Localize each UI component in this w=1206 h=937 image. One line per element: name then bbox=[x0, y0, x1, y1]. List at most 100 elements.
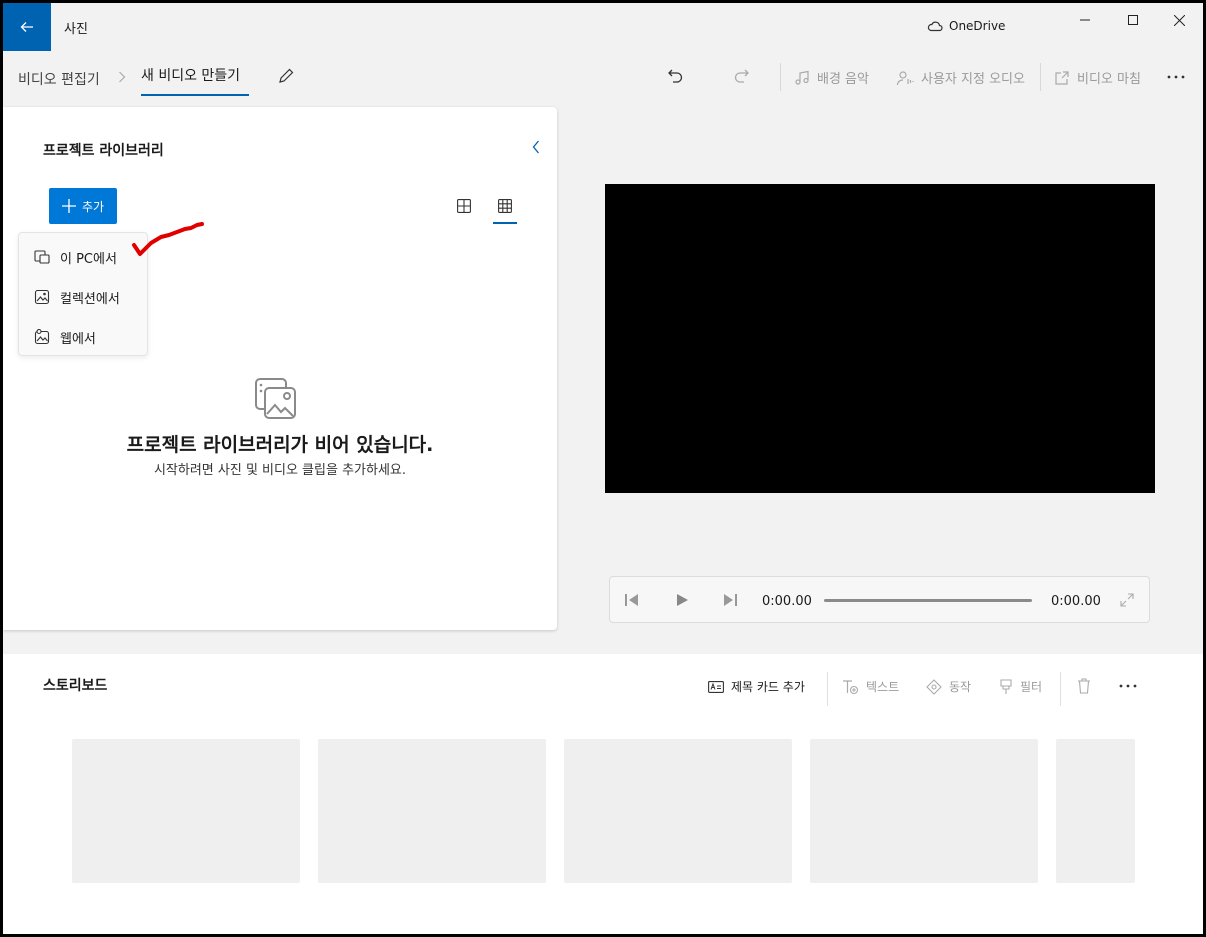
chevron-right-icon bbox=[119, 71, 126, 83]
filters-label: 필터 bbox=[1020, 680, 1043, 694]
grid-large-icon bbox=[457, 199, 471, 213]
add-label: 추가 bbox=[81, 199, 105, 214]
onedrive-button[interactable]: OneDrive bbox=[927, 19, 1005, 33]
maximize-icon bbox=[1128, 15, 1138, 25]
expand-icon bbox=[1120, 593, 1134, 607]
project-library-title: 프로젝트 라이브러리 bbox=[43, 143, 164, 159]
minimize-icon bbox=[1080, 19, 1090, 21]
add-title-card-label: 제목 카드 추가 bbox=[731, 680, 805, 694]
previous-frame-button[interactable] bbox=[622, 590, 642, 610]
title-bar: 사진 OneDrive bbox=[3, 3, 1203, 51]
storyboard-slot bbox=[1056, 739, 1135, 883]
undo-button[interactable] bbox=[666, 67, 684, 85]
back-button[interactable] bbox=[3, 3, 51, 51]
add-source-menu: 이 PC에서 컬렉션에서 웹에서 bbox=[18, 232, 148, 356]
step-forward-icon bbox=[724, 594, 737, 606]
person-audio-icon bbox=[896, 70, 914, 85]
playback-controls: 0:00.00 0:00.00 bbox=[609, 576, 1150, 623]
add-title-card-button[interactable]: 제목 카드 추가 bbox=[708, 678, 805, 695]
total-time: 0:00.00 bbox=[1051, 594, 1101, 609]
storyboard-divider bbox=[827, 672, 828, 706]
empty-library-subtitle: 시작하려면 사진 및 비디오 클립을 추가하세요. bbox=[153, 463, 407, 478]
text-icon bbox=[843, 679, 859, 694]
close-button[interactable] bbox=[1156, 3, 1202, 37]
small-grid-view-button[interactable] bbox=[492, 193, 518, 219]
back-arrow-icon bbox=[20, 22, 33, 32]
text-label: 텍스트 bbox=[866, 680, 900, 694]
maximize-button[interactable] bbox=[1110, 3, 1156, 37]
breadcrumb-separator bbox=[118, 69, 126, 87]
toolbar-divider bbox=[1040, 63, 1041, 91]
menu-label-from-pc: 이 PC에서 bbox=[60, 251, 117, 267]
minimize-button[interactable] bbox=[1062, 3, 1108, 37]
finish-video-button[interactable]: 비디오 마침 bbox=[1054, 68, 1141, 87]
project-name-underline bbox=[141, 94, 249, 96]
rename-button[interactable] bbox=[277, 67, 295, 85]
storyboard-panel: 스토리보드 제목 카드 추가 텍스트 동작 필터 bbox=[3, 654, 1203, 934]
pc-icon bbox=[34, 250, 50, 264]
close-icon bbox=[1173, 14, 1185, 26]
fullscreen-button[interactable] bbox=[1117, 590, 1137, 610]
text-button[interactable]: 텍스트 bbox=[842, 678, 899, 695]
chevron-left-icon bbox=[532, 140, 539, 154]
play-button[interactable] bbox=[672, 590, 692, 610]
collection-icon bbox=[34, 289, 50, 305]
plus-icon bbox=[61, 199, 76, 213]
active-view-indicator bbox=[493, 222, 517, 224]
project-name[interactable]: 새 비디오 만들기 bbox=[141, 65, 240, 85]
storyboard-title: 스토리보드 bbox=[43, 678, 108, 694]
seek-bar[interactable] bbox=[824, 599, 1032, 602]
custom-audio-label: 사용자 지정 오디오 bbox=[921, 72, 1025, 87]
music-note-icon bbox=[795, 70, 809, 85]
web-icon bbox=[34, 329, 50, 345]
grid-small-icon bbox=[498, 199, 512, 213]
video-preview bbox=[605, 184, 1155, 493]
toolbar: 비디오 편집기 새 비디오 만들기 배경 음악 사용자 지정 오디오 비디오 마… bbox=[3, 51, 1203, 103]
delete-button[interactable] bbox=[1077, 678, 1091, 694]
more-icon bbox=[1167, 75, 1185, 79]
storyboard-slot bbox=[72, 739, 300, 883]
filter-brush-icon bbox=[1000, 678, 1012, 694]
app-title: 사진 bbox=[64, 22, 88, 37]
storyboard-slot bbox=[318, 739, 546, 883]
share-icon bbox=[1055, 70, 1069, 85]
menu-label-from-web: 웹에서 bbox=[60, 331, 96, 347]
collapse-library-button[interactable] bbox=[528, 135, 544, 159]
current-time: 0:00.00 bbox=[762, 594, 812, 609]
media-library-icon bbox=[255, 378, 296, 419]
storyboard-slot bbox=[564, 739, 792, 883]
menu-item-from-collection[interactable]: 컬렉션에서 bbox=[19, 278, 147, 316]
photos-app-window: 사진 OneDrive 비디오 편집기 새 비디오 만들기 배경 음악 사용자 … bbox=[3, 3, 1203, 934]
breadcrumb-video-editor[interactable]: 비디오 편집기 bbox=[18, 69, 100, 89]
add-button[interactable]: 추가 bbox=[49, 188, 117, 224]
redo-icon bbox=[734, 69, 749, 83]
motion-icon bbox=[926, 678, 942, 695]
title-card-icon bbox=[708, 680, 724, 693]
toolbar-divider bbox=[780, 63, 781, 91]
storyboard-more-button[interactable] bbox=[1118, 681, 1138, 691]
menu-label-from-collection: 컬렉션에서 bbox=[60, 291, 120, 307]
empty-library-title: 프로젝트 라이브러리가 비어 있습니다. bbox=[126, 434, 434, 456]
play-icon bbox=[677, 594, 688, 606]
undo-icon bbox=[668, 69, 683, 83]
project-library-panel: 프로젝트 라이브러리 추가 이 PC에서 컬렉션에서 웹에서 프로젝트 라이브러… bbox=[3, 107, 557, 630]
background-music-button[interactable]: 배경 음악 bbox=[794, 68, 869, 87]
storyboard-divider bbox=[1060, 672, 1061, 706]
finish-video-label: 비디오 마침 bbox=[1077, 72, 1141, 87]
step-back-icon bbox=[625, 594, 638, 606]
menu-item-from-pc[interactable]: 이 PC에서 bbox=[19, 238, 147, 276]
large-grid-view-button[interactable] bbox=[451, 193, 477, 219]
next-frame-button[interactable] bbox=[720, 590, 740, 610]
cloud-icon bbox=[927, 21, 943, 32]
more-icon bbox=[1119, 684, 1137, 688]
pencil-icon bbox=[279, 68, 294, 83]
motion-label: 동작 bbox=[949, 680, 972, 694]
motion-button[interactable]: 동작 bbox=[926, 678, 971, 695]
more-options-button[interactable] bbox=[1166, 69, 1186, 85]
onedrive-label: OneDrive bbox=[949, 19, 1006, 33]
custom-audio-button[interactable]: 사용자 지정 오디오 bbox=[896, 68, 1025, 87]
filters-button[interactable]: 필터 bbox=[999, 678, 1042, 695]
background-music-label: 배경 음악 bbox=[817, 72, 869, 87]
menu-item-from-web[interactable]: 웹에서 bbox=[19, 318, 147, 356]
redo-button[interactable] bbox=[733, 67, 751, 85]
